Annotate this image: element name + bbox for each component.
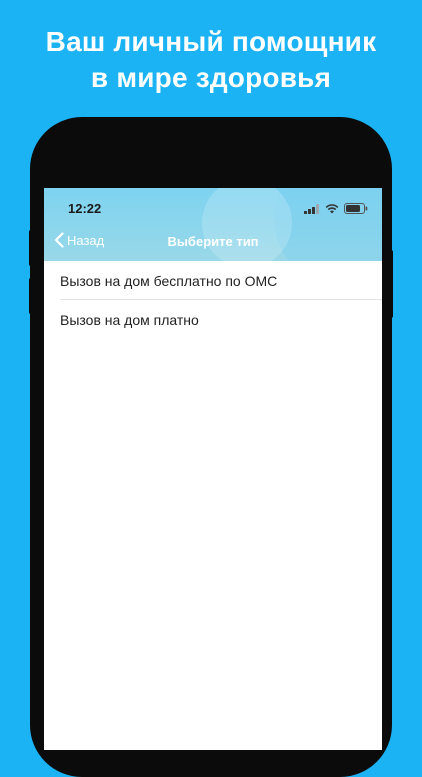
wifi-icon: [325, 203, 339, 213]
phone-side-button: [389, 250, 393, 318]
screen-title: Выберите тип: [167, 234, 259, 249]
list-item-label: Вызов на дом бесплатно по ОМС: [60, 272, 278, 289]
battery-icon: [344, 203, 368, 214]
promo-headline-line1: Ваш личный помощник: [45, 26, 377, 57]
navbar-decoration: [202, 188, 292, 261]
list-item-label: Вызов на дом платно: [60, 311, 199, 328]
signal-icon: [304, 203, 319, 214]
status-time: 12:22: [68, 201, 102, 216]
type-list: Вызов на дом бесплатно по ОМС Вызов на д…: [44, 261, 382, 339]
promo-headline-line2: в мире здоровья: [90, 62, 332, 93]
phone-screen: 12:22 Назад Выберите тип Вызов на дом бе…: [44, 188, 382, 750]
list-item-paid-home-visit[interactable]: Вызов на дом платно: [44, 300, 382, 339]
list-item-free-home-visit[interactable]: Вызов на дом бесплатно по ОМС: [44, 261, 382, 300]
phone-volume-up-button: [29, 230, 33, 266]
phone-volume-down-button: [29, 278, 33, 314]
status-icons: [304, 203, 368, 214]
promo-headline: Ваш личный помощник в мире здоровья: [0, 24, 422, 96]
navigation-bar: 12:22 Назад Выберите тип: [44, 188, 382, 261]
